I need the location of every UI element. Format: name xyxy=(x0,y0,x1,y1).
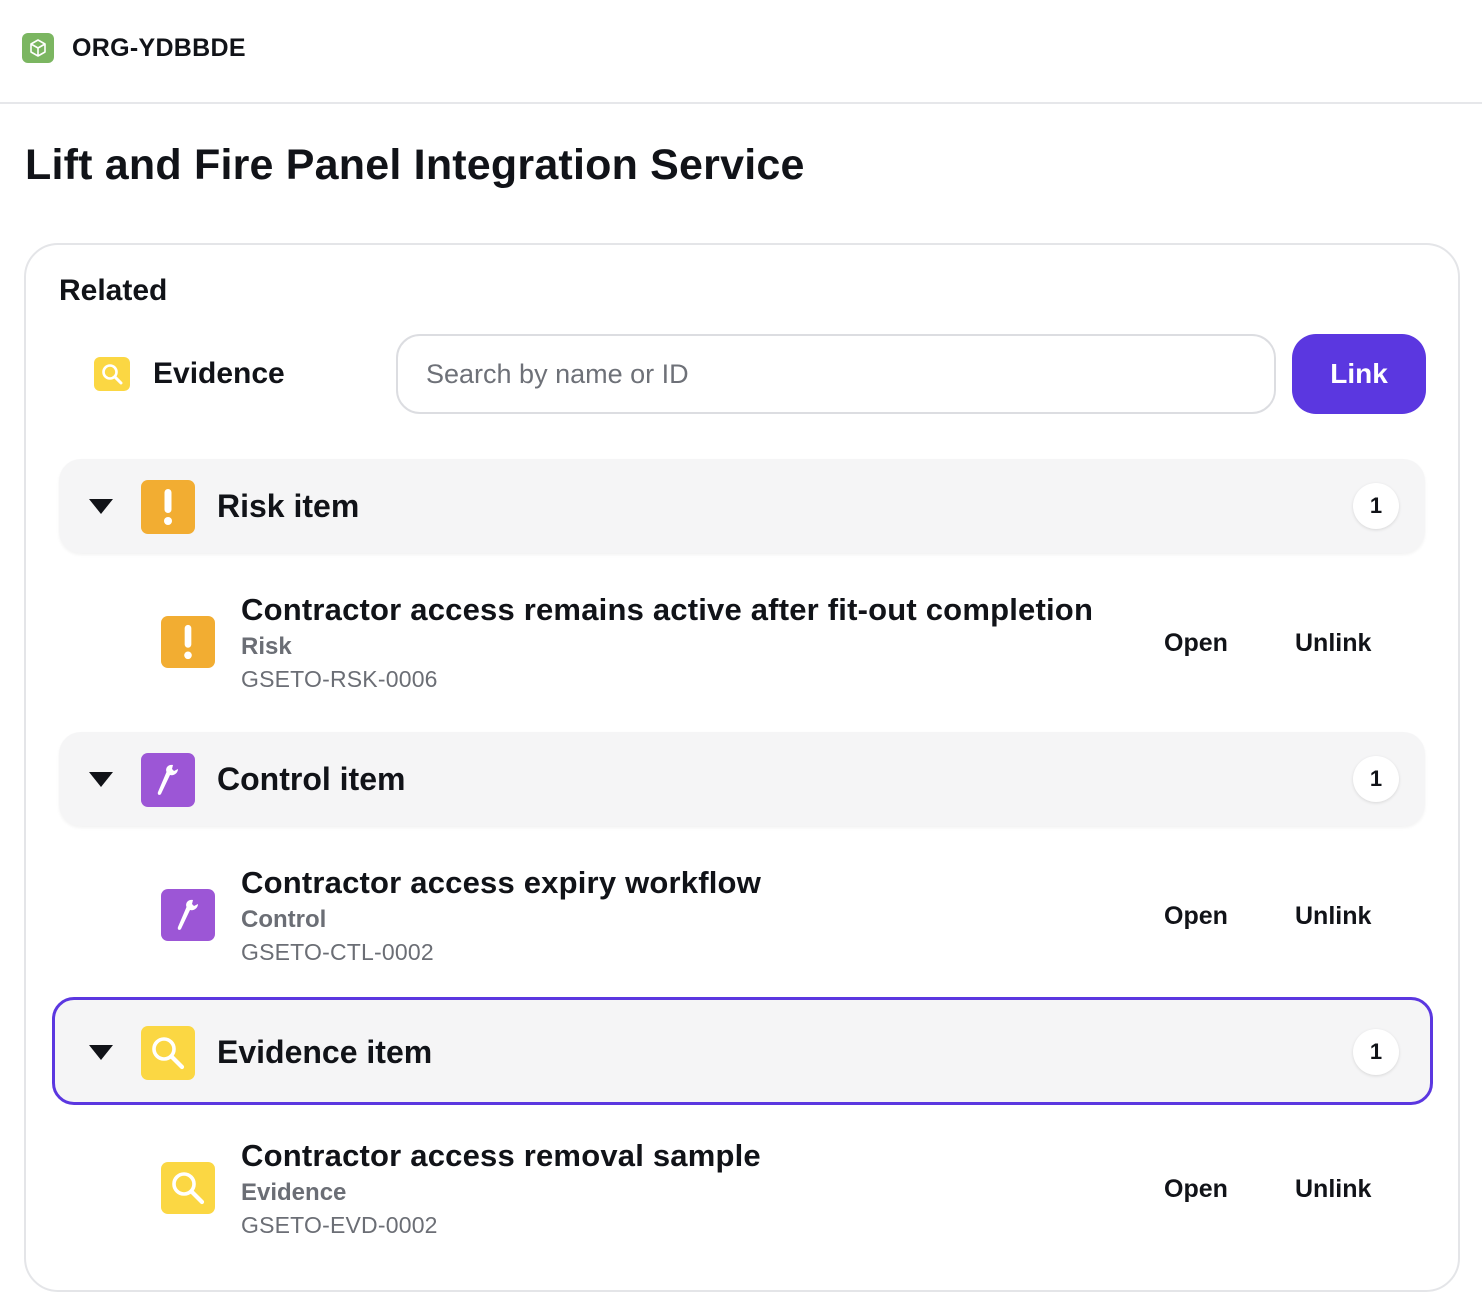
open-link[interactable]: Open xyxy=(1164,1174,1228,1204)
group-title-control: Control item xyxy=(217,761,406,797)
group-title-evidence: Evidence item xyxy=(217,1034,433,1070)
item-title[interactable]: Contractor access removal sample xyxy=(241,1137,761,1175)
org-name[interactable]: ORG-YDBBDE xyxy=(72,33,246,63)
count-badge: 1 xyxy=(1353,1029,1399,1075)
wrench-icon xyxy=(161,889,215,941)
item-title[interactable]: Contractor access remains active after f… xyxy=(241,591,1093,629)
magnifier-icon xyxy=(161,1162,215,1214)
count-badge: 1 xyxy=(1353,756,1399,802)
item-id: GSETO-EVD-0002 xyxy=(241,1212,438,1238)
related-heading: Related xyxy=(59,274,168,307)
group-title-risk: Risk item xyxy=(217,488,360,524)
unlink-link[interactable]: Unlink xyxy=(1295,628,1371,658)
count-badge: 1 xyxy=(1353,483,1399,529)
item-type: Control xyxy=(241,906,327,933)
caret-down-icon[interactable] xyxy=(89,499,113,514)
item-id: GSETO-RSK-0006 xyxy=(241,666,438,692)
open-link[interactable]: Open xyxy=(1164,901,1228,931)
item-title[interactable]: Contractor access expiry workflow xyxy=(241,864,761,902)
unlink-link[interactable]: Unlink xyxy=(1295,1174,1371,1204)
cube-icon[interactable] xyxy=(22,33,54,63)
item-type: Evidence xyxy=(241,1179,347,1206)
caret-down-icon[interactable] xyxy=(89,1045,113,1060)
link-button[interactable]: Link xyxy=(1292,334,1426,414)
link-type-label[interactable]: Evidence xyxy=(153,356,285,392)
item-type: Risk xyxy=(241,633,292,660)
unlink-link[interactable]: Unlink xyxy=(1295,901,1371,931)
item-id: GSETO-CTL-0002 xyxy=(241,939,434,965)
open-link[interactable]: Open xyxy=(1164,628,1228,658)
search-input[interactable] xyxy=(396,334,1276,414)
magnifier-icon xyxy=(94,357,130,391)
top-bar: ORG-YDBBDE xyxy=(0,0,1482,104)
wrench-icon xyxy=(141,753,195,807)
caret-down-icon[interactable] xyxy=(89,772,113,787)
page-title: Lift and Fire Panel Integration Service xyxy=(25,141,805,189)
magnifier-icon xyxy=(141,1026,195,1080)
exclamation-icon xyxy=(141,480,195,534)
exclamation-icon xyxy=(161,616,215,668)
